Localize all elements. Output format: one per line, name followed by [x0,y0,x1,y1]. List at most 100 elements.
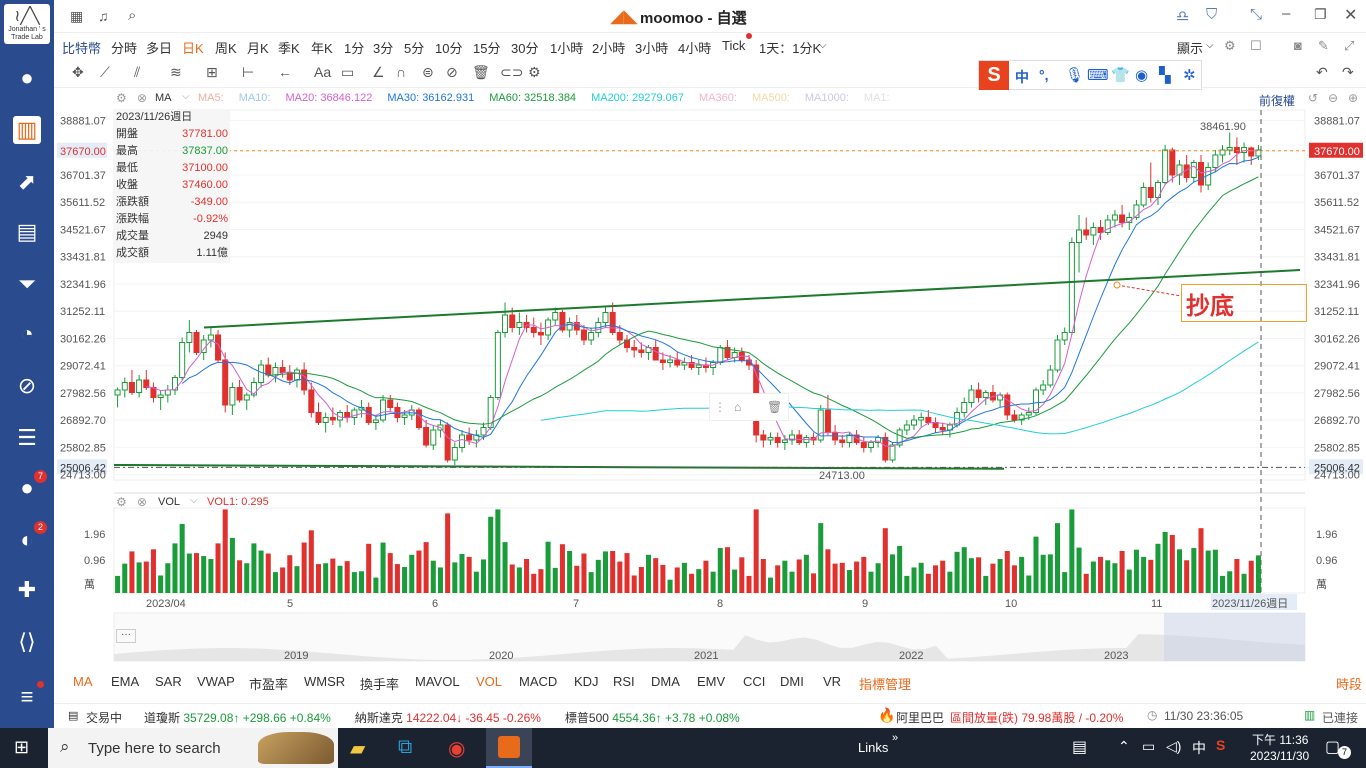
adjust-mode[interactable]: 前復權 [1259,92,1295,109]
indicator-tab[interactable]: MA [73,674,93,689]
period-tab[interactable]: 3小時 [635,38,668,57]
more-button[interactable]: ··· [116,629,136,643]
minimize-icon[interactable]: – [1282,5,1290,22]
news-stock[interactable]: 阿里巴巴 [896,709,944,726]
layout-icon[interactable]: ▦ [70,8,83,25]
session-toggle[interactable]: 時段 [1336,674,1362,693]
volume-icon[interactable]: ◁) [1166,738,1181,755]
strategy-icon[interactable]: ⊘ [13,372,41,400]
indicator-tab[interactable]: VR [823,674,841,689]
period-tab[interactable]: 分時 [111,38,137,57]
magnet-icon[interactable]: ∩ [396,64,406,80]
period-tab[interactable]: 多日 [146,38,172,57]
news-widget-icon[interactable]: ▤ [1072,737,1087,757]
indicator-tab[interactable]: DMI [780,674,804,689]
period-tab[interactable]: 10分 [435,38,462,57]
shrink-icon[interactable]: ⤡ [1250,6,1262,23]
mic-icon[interactable]: 🎙 [1065,66,1084,84]
chevron-down-icon[interactable]: ⌵ [1206,40,1214,51]
hide-drawing-icon[interactable]: ⊘ [446,64,458,81]
zoom-out-icon[interactable]: ⊖ [1328,91,1338,105]
indicator-tab[interactable]: WMSR [304,674,345,689]
keyboard-icon[interactable]: ⌨ [1087,66,1109,84]
index-quote[interactable]: 道瓊斯 35729.08↑ +298.66 +0.84% [144,711,331,725]
skin-icon[interactable]: 👕 [1111,66,1130,84]
indicator-tab[interactable]: 換手率 [360,674,399,693]
links-toolbar[interactable]: Links [858,740,888,755]
code-icon[interactable]: ⟨⟩ [13,628,41,656]
range-select[interactable]: 1天：1分K [759,38,821,57]
vol-label[interactable]: VOL [158,496,180,508]
vol-settings-icon[interactable]: ⚙ [116,495,127,509]
period-tab[interactable]: 30分 [511,38,538,57]
indicator-tab[interactable]: MAVOL [415,674,460,689]
display-menu[interactable]: 顯示 [1177,38,1203,57]
headset-icon[interactable]: ♎ [1176,7,1189,25]
channel-tool-icon[interactable]: ⫽ [134,64,140,81]
crosshair-icon[interactable]: ✥ [72,64,84,81]
taskbar-app-icon[interactable]: ⧉ [398,736,412,759]
sogou-tray-icon[interactable]: S [1216,737,1225,753]
restore-icon[interactable]: ❐ [1314,6,1327,23]
arrow-tool-icon[interactable]: ← [278,64,292,80]
ime-lang[interactable]: 中 [1192,738,1206,758]
period-tab[interactable]: 1小時 [550,38,583,57]
text-tool-icon[interactable]: Aa [314,64,331,80]
close-icon[interactable]: ✕ [1344,5,1357,25]
indicator-tab[interactable]: EMV [697,674,725,689]
pencil-icon[interactable]: ✎ [1318,38,1329,54]
vol-close-icon[interactable]: ⊗ [137,495,147,509]
zoom-in-icon[interactable]: ⊕ [1348,91,1358,105]
drag-handle-icon[interactable]: ⋮ [714,400,726,414]
news-icon[interactable]: ☰ [13,424,41,452]
camera-icon[interactable]: ◙ [1294,38,1302,53]
note-box[interactable]: 抄底 [1181,284,1307,322]
period-tab[interactable]: 4小時 [678,38,711,57]
chrome-icon[interactable]: ◉ [448,736,465,761]
indicator-manage[interactable]: 指標管理 [859,674,911,693]
ruler-icon[interactable]: ∠ [372,64,385,81]
chevron-down-icon[interactable]: ⌵ [190,495,198,506]
index-quotes[interactable]: 道瓊斯 35729.08↑ +298.66 +0.84% 納斯達克 14222.0… [144,709,764,726]
index-quote[interactable]: 納斯達克 14222.04↓ -36.45 -0.26% [355,711,541,725]
indicator-tab[interactable]: VWAP [197,674,235,689]
unlock-icon[interactable]: ⌂ [734,400,741,414]
indicator-tab[interactable]: RSI [613,674,635,689]
search-icon[interactable]: ⌕ [128,7,136,24]
portfolio-icon[interactable]: ◔ [13,320,41,348]
network-icon[interactable]: ▭ [1142,738,1155,755]
chevron-right-icon[interactable]: » [892,732,898,744]
ime-settings-icon[interactable]: ✲ [1183,66,1196,84]
settings-icon[interactable]: ⚙ [1224,38,1236,54]
fullscreen-icon[interactable]: ⤢ [1344,38,1354,54]
chevron-down-icon[interactable]: ⌵ [182,91,190,102]
app-logo[interactable]: ≀╱╲ Jonathan ' s Trade Lab [4,4,50,44]
delete-drawing-icon[interactable]: 🗑 [767,400,782,414]
period-tab[interactable]: 15分 [473,38,500,57]
period-tab[interactable]: 季K [278,38,300,57]
indicator-tab[interactable]: DMA [651,674,680,689]
indicator-tab[interactable]: MACD [519,674,557,689]
chart-area[interactable]: 38881.07 38881.07 37670.00 37670.00 36701.37… [54,88,1366,662]
indicator-tab[interactable]: EMA [111,674,139,689]
kline-chart[interactable]: 38881.07 38881.07 37670.00 37670.00 36701.37… [54,88,1366,662]
period-tab[interactable]: 周K [215,38,237,57]
profile-icon[interactable]: ● [13,64,41,92]
tray-up-icon[interactable]: ⌃ [1118,738,1130,755]
menu-icon[interactable]: ≡ [13,683,41,711]
period-tab[interactable]: Tick [722,38,745,53]
bell-icon[interactable]: ♫ [98,8,109,24]
game-icon[interactable]: ✚ [13,576,41,604]
pattern-tool-icon[interactable]: ⊞ [206,64,218,81]
period-tab[interactable]: 3分 [373,38,393,57]
indicator-tab[interactable]: SAR [155,674,182,689]
file-explorer-icon[interactable]: ▰ [350,736,365,761]
comment-tool-icon[interactable]: ▭ [341,64,354,81]
taskbar-date[interactable]: 2023/11/30 [1250,749,1309,763]
chevron-down-icon[interactable]: ⌵ [819,40,827,51]
gamepad-icon[interactable]: ◉ [1135,66,1148,84]
period-tab[interactable]: 月K [247,38,269,57]
index-quote[interactable]: 標普500 4554.36↑ +3.78 +0.08% [565,711,740,725]
period-tab[interactable]: 1分 [344,38,364,57]
market-chart-icon[interactable]: ⬈ [13,168,41,196]
